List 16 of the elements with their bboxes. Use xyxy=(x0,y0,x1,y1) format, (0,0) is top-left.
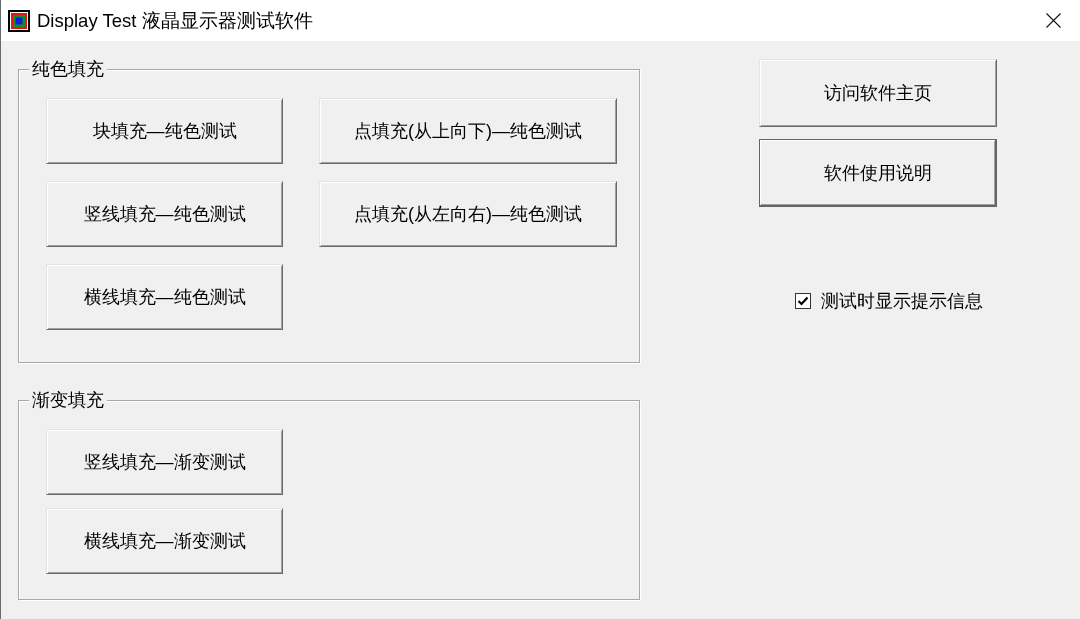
test-button[interactable]: 竖线填充—纯色测试 xyxy=(46,181,283,247)
checkbox[interactable] xyxy=(795,293,811,309)
test-button[interactable]: 点填充(从上向下)—纯色测试 xyxy=(319,98,617,164)
test-button[interactable]: 点填充(从左向右)—纯色测试 xyxy=(319,181,617,247)
test-button[interactable]: 块填充—纯色测试 xyxy=(46,98,283,164)
test-button[interactable]: 横线填充—渐变测试 xyxy=(46,508,283,574)
group-title: 纯色填充 xyxy=(29,58,107,80)
checkbox-label[interactable]: 测试时显示提示信息 xyxy=(821,289,983,313)
test-button[interactable]: 横线填充—纯色测试 xyxy=(46,264,283,330)
action-button[interactable]: 访问软件主页 xyxy=(759,59,997,127)
close-icon[interactable] xyxy=(1046,13,1061,28)
test-button[interactable]: 竖线填充—渐变测试 xyxy=(46,429,283,495)
window-title: Display Test 液晶显示器测试软件 xyxy=(37,9,314,33)
group-title: 渐变填充 xyxy=(29,389,107,411)
app-icon xyxy=(8,9,30,32)
action-button[interactable]: 软件使用说明 xyxy=(759,139,997,207)
